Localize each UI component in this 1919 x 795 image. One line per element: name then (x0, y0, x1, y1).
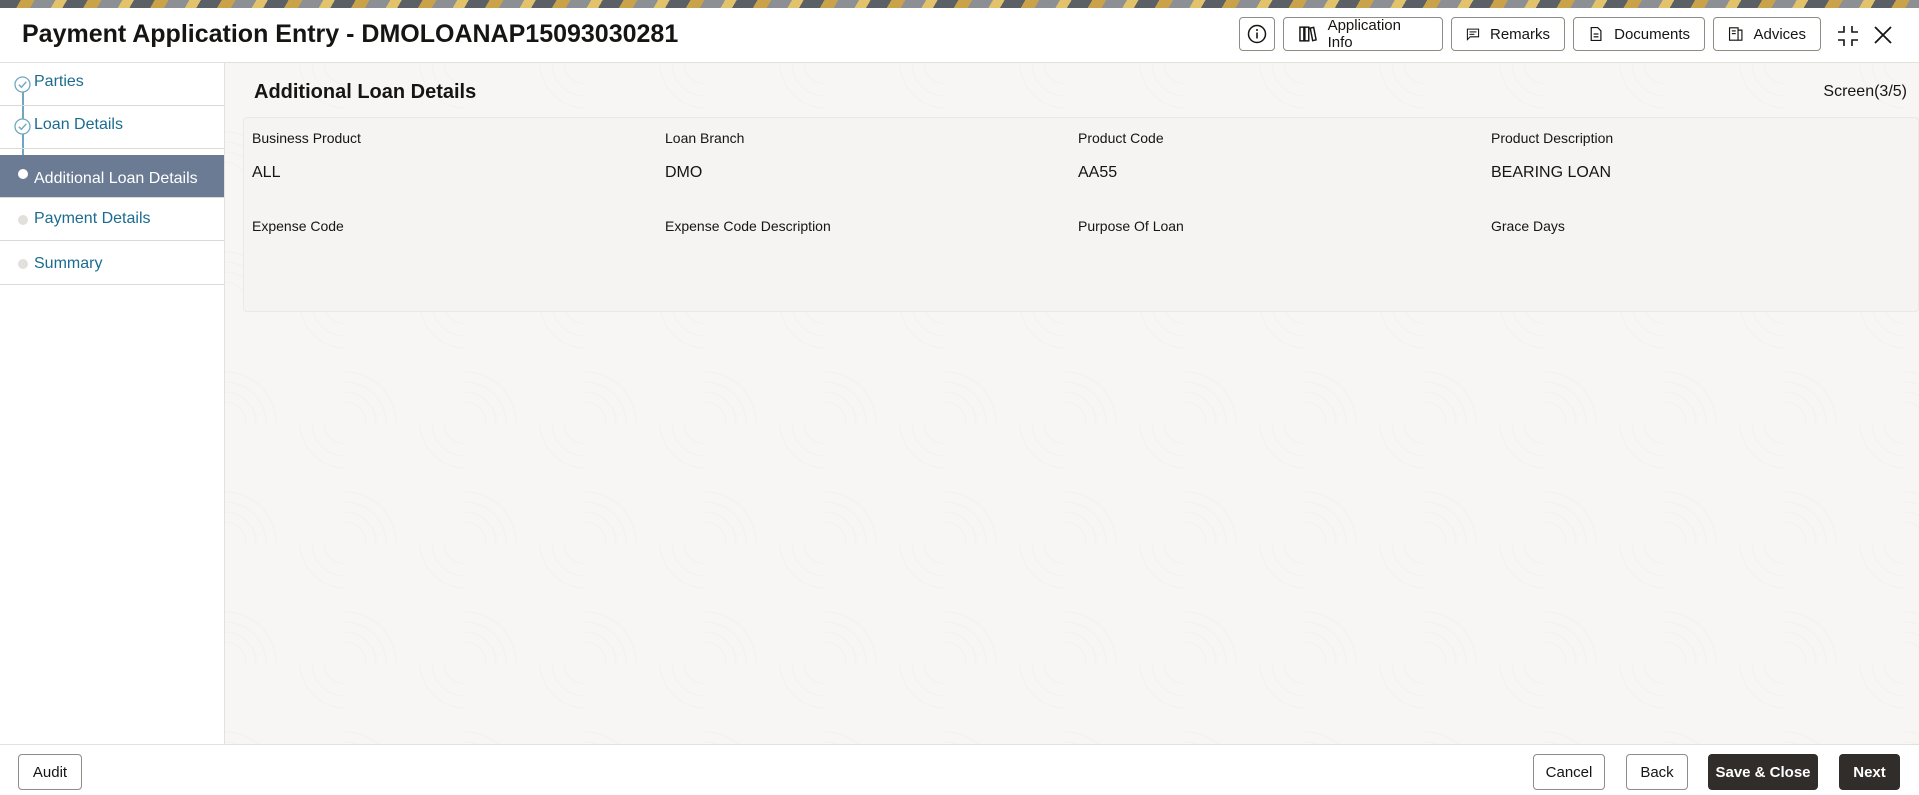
field-label: Product Description (1491, 130, 1614, 146)
save-close-button[interactable]: Save & Close (1708, 754, 1818, 790)
field-label: Purpose Of Loan (1078, 218, 1184, 234)
back-button[interactable]: Back (1626, 754, 1688, 790)
documents-icon (1590, 26, 1602, 42)
section-title: Additional Loan Details (254, 81, 477, 103)
remarks-label: Remarks (1489, 25, 1550, 43)
pending-step-dot (18, 215, 28, 225)
check-circle-icon (14, 118, 31, 135)
step-label: Parties (34, 73, 84, 90)
field-value (1078, 252, 1478, 270)
step-label: Loan Details (34, 116, 123, 133)
field-value: DMO (665, 164, 703, 181)
field-label: Expense Code (252, 218, 344, 234)
step-label: Payment Details (34, 210, 151, 227)
field-value (252, 252, 652, 270)
step-navigation-sidebar: Parties Loan Details Additional Loan Det… (0, 63, 225, 753)
field-value (665, 252, 1065, 270)
field-expense-code: Expense Code (252, 218, 652, 270)
main-content: Additional Loan Details Screen(3/5) Busi… (225, 63, 1919, 753)
application-info-icon (1299, 26, 1317, 42)
step-payment-details[interactable]: Payment Details (0, 198, 224, 241)
advices-label: Advices (1753, 25, 1806, 43)
field-value (1491, 252, 1891, 270)
step-loan-details[interactable]: Loan Details (0, 106, 224, 149)
window-header: Payment Application Entry - DMOLOANAP150… (0, 8, 1919, 63)
info-icon (1247, 24, 1267, 44)
field-purpose-of-loan: Purpose Of Loan (1078, 218, 1478, 270)
documents-label: Documents (1614, 25, 1690, 43)
audit-button[interactable]: Audit (18, 754, 82, 790)
field-product-code: Product Code AA55 (1078, 130, 1478, 182)
application-window: Payment Application Entry - DMOLOANAP150… (0, 8, 1919, 795)
step-label: Additional Loan Details (34, 170, 198, 187)
remarks-button[interactable]: Remarks (1451, 17, 1565, 51)
close-icon[interactable] (1872, 24, 1894, 46)
step-additional-loan-details[interactable]: Additional Loan Details (0, 155, 224, 198)
maximize-icon[interactable] (1836, 24, 1860, 48)
advices-icon (1728, 27, 1743, 41)
application-info-button[interactable]: Application Info (1283, 17, 1443, 51)
field-label: Business Product (252, 130, 361, 146)
field-label: Grace Days (1491, 218, 1565, 234)
application-info-label: Application Info (1327, 17, 1401, 51)
remarks-icon (1466, 28, 1480, 41)
advices-button[interactable]: Advices (1713, 17, 1821, 51)
field-expense-code-description: Expense Code Description (665, 218, 1065, 270)
field-value: BEARING LOAN (1491, 164, 1612, 181)
pending-step-dot (18, 259, 28, 269)
page-title: Payment Application Entry - DMOLOANAP150… (22, 20, 679, 48)
check-circle-icon (14, 76, 31, 93)
screen-indicator: Screen(3/5) (1823, 83, 1907, 100)
field-loan-branch: Loan Branch DMO (665, 130, 1065, 182)
field-value: AA55 (1078, 164, 1118, 181)
field-label: Loan Branch (665, 130, 745, 146)
field-label: Product Code (1078, 130, 1164, 146)
step-summary[interactable]: Summary (0, 241, 224, 285)
cancel-button[interactable]: Cancel (1533, 754, 1605, 790)
field-grace-days: Grace Days (1491, 218, 1891, 270)
info-button[interactable] (1239, 17, 1275, 51)
next-button[interactable]: Next (1839, 754, 1900, 790)
field-value: ALL (252, 164, 281, 181)
field-label: Expense Code Description (665, 218, 831, 234)
field-business-product: Business Product ALL (252, 130, 652, 182)
documents-button[interactable]: Documents (1573, 17, 1705, 51)
step-label: Summary (34, 255, 103, 272)
footer-bar: Audit Cancel Back Save & Close Next (0, 744, 1919, 795)
step-parties[interactable]: Parties (0, 63, 224, 106)
top-decorative-strip (0, 0, 1919, 8)
loan-details-card: Business Product ALL Loan Branch DMO Pro… (243, 117, 1919, 312)
active-step-dot (18, 169, 28, 179)
field-product-description: Product Description BEARING LOAN (1491, 130, 1891, 182)
